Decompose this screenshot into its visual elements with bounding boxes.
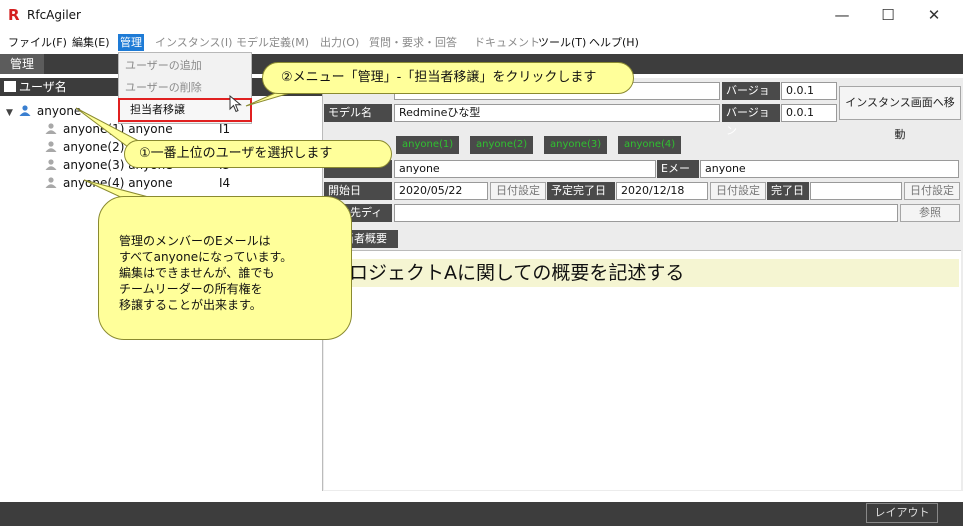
callout-note: 管理のメンバーのEメールは すべてanyoneになっています。 編集はできません…: [98, 196, 352, 340]
callout-note-line: 編集はできませんが、誰でも: [119, 266, 275, 280]
callout-note-line: 移譲することが出来ます。: [119, 298, 262, 312]
callout-note-line: 管理のメンバーのEメールは: [119, 234, 271, 248]
callout-note-line: チームリーダーの所有権を: [119, 282, 263, 296]
status-bar: [0, 502, 963, 526]
callout-step-1: ①一番上位のユーザを選択します: [124, 140, 392, 168]
callout-step-2: ②メニュー「管理」-「担当者移譲」をクリックします: [262, 62, 634, 94]
callout-note-line: すべてanyoneになっています。: [119, 250, 293, 264]
layout-button[interactable]: レイアウト: [866, 503, 938, 523]
